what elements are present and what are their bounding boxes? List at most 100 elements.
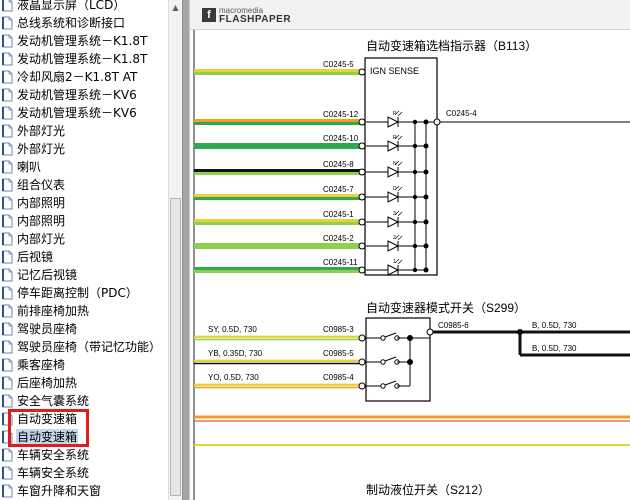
- page-icon: [2, 394, 13, 408]
- led-letter: N: [393, 161, 397, 167]
- b113-connector-label: C0245-10: [323, 134, 359, 143]
- nav-item[interactable]: 组合仪表: [0, 176, 166, 194]
- nav-item-label: 内部照明: [17, 196, 66, 210]
- led-letter: D: [393, 186, 397, 192]
- s299-title: 自动变速器模式开关（S299）: [366, 300, 526, 315]
- page-icon: [2, 16, 13, 30]
- page-icon: [2, 178, 13, 192]
- nav-item[interactable]: 驾驶员座椅（带记忆功能）: [0, 338, 166, 356]
- nav-item[interactable]: 记忆后视镜: [0, 266, 166, 284]
- nav-item[interactable]: 外部灯光: [0, 140, 166, 158]
- page-icon: [2, 286, 13, 300]
- b113-wires: C0245-5 C0245-12 C0245-10 C0245-8 C0245-7 C02…: [194, 60, 366, 274]
- nav-item[interactable]: 发动机管理系统－K1.8T: [0, 50, 166, 68]
- b113-connector-label: C0245-12: [323, 110, 359, 119]
- nav-item-label: 发动机管理系统－KV6: [17, 106, 137, 120]
- b113-pin: [358, 142, 366, 150]
- page-icon: [2, 232, 13, 246]
- page-icon: [2, 322, 13, 336]
- nav-item-label: 喇叭: [17, 160, 42, 174]
- s299-right-wire-label-2: B, 0.5D, 730: [532, 344, 577, 353]
- b113-output-connector: C0245-4: [446, 109, 477, 118]
- b113-pin: [358, 218, 366, 226]
- nav-item[interactable]: 冷却风扇2－K1.8T AT: [0, 68, 166, 86]
- page-icon: [2, 70, 13, 84]
- nav-item[interactable]: 发动机管理系统－KV6: [0, 104, 166, 122]
- nav-item[interactable]: 内部照明: [0, 194, 166, 212]
- nav-item-label: 车辆安全系统: [17, 466, 90, 480]
- nav-item[interactable]: 后座椅加热: [0, 374, 166, 392]
- nav-item[interactable]: 内部灯光: [0, 230, 166, 248]
- annotation-highlight-box: [8, 409, 89, 447]
- nav-item-label: 总线系统和诊断接口: [17, 16, 126, 30]
- b113-pin: [358, 242, 366, 250]
- b113-connector-label: C0245-8: [323, 160, 354, 169]
- nav-item[interactable]: 总线系统和诊断接口: [0, 14, 166, 32]
- nav-item[interactable]: 内部照明: [0, 212, 166, 230]
- page-icon: [2, 160, 13, 174]
- s299-wires: SY, 0.5D, 730 C0985-3 YB, 0.35D, 730 C0985-…: [194, 325, 381, 390]
- b113-pin: [358, 68, 366, 76]
- nav-item[interactable]: 安全气囊系统: [0, 392, 166, 410]
- page-icon: [2, 196, 13, 210]
- nav-item-label: 乘客座椅: [17, 358, 66, 372]
- s299-connector-label: C0985-3: [323, 325, 354, 334]
- nav-item[interactable]: 后视镜: [0, 248, 166, 266]
- nav-item[interactable]: 驾驶员座椅: [0, 320, 166, 338]
- page-icon: [2, 268, 13, 282]
- s299-wire-label: SY, 0.5D, 730: [208, 325, 257, 334]
- page-icon: [2, 214, 13, 228]
- nav-item-label: 发动机管理系统－K1.8T: [17, 52, 148, 66]
- s299-wire-label: YB, 0.35D, 730: [208, 349, 263, 358]
- nav-item[interactable]: 外部灯光: [0, 122, 166, 140]
- wiring-diagram: 自动变速箱选档指示器（B113） IGN SENSE C0245-5C0245-…: [193, 30, 630, 500]
- pane-splitter[interactable]: [182, 0, 190, 500]
- b113-inner-label: IGN SENSE: [370, 66, 419, 76]
- b113-title: 自动变速箱选档指示器（B113）: [366, 38, 537, 53]
- document-view: f macromedia FLASHPAPER 自动变速箱选档指示器（B113）…: [190, 0, 630, 500]
- nav-item-label: 车窗升降和天窗: [17, 484, 102, 498]
- b113-connector-label: C0245-2: [323, 234, 354, 243]
- nav-item[interactable]: 发动机管理系统－K1.8T: [0, 32, 166, 50]
- b113-connector-label: C0245-7: [323, 185, 354, 194]
- nav-item-label: 前排座椅加热: [17, 304, 90, 318]
- page-icon: [2, 52, 13, 66]
- nav-item[interactable]: 乘客座椅: [0, 356, 166, 374]
- nav-item-label: 内部照明: [17, 214, 66, 228]
- nav-item[interactable]: 前排座椅加热: [0, 302, 166, 320]
- s299-output-connector: C0985-6: [438, 321, 469, 330]
- nav-item[interactable]: 车辆安全系统: [0, 446, 166, 464]
- nav-item-label: 发动机管理系统－K1.8T: [17, 34, 148, 48]
- nav-item[interactable]: 车辆安全系统: [0, 464, 166, 482]
- nav-item-label: 发动机管理系统－KV6: [17, 88, 137, 102]
- b113-connector-label: C0245-1: [323, 210, 354, 219]
- led-letter: R: [393, 135, 397, 141]
- page-icon: [2, 484, 13, 498]
- page-icon: [2, 250, 13, 264]
- page-icon: [2, 340, 13, 354]
- nav-item[interactable]: 车窗升降和天窗: [0, 482, 166, 500]
- nav-item-label: 内部灯光: [17, 232, 66, 246]
- b113-pin: [358, 168, 366, 176]
- nav-scrollbar[interactable]: ▲: [168, 0, 182, 500]
- nav-item[interactable]: 喇叭: [0, 158, 166, 176]
- scroll-thumb[interactable]: [170, 198, 181, 496]
- page-icon: [2, 448, 13, 462]
- page-icon: [2, 88, 13, 102]
- nav-item[interactable]: 停车距离控制（PDC）: [0, 284, 166, 302]
- scroll-up-arrow-icon[interactable]: ▲: [169, 0, 182, 14]
- nav-item-label: 外部灯光: [17, 142, 66, 156]
- nav-item-label: 安全气囊系统: [17, 394, 90, 408]
- nav-item-label: 记忆后视镜: [17, 268, 78, 282]
- s299-output-pin: [426, 328, 434, 336]
- nav-item-label: 液晶显示屏（LCD）: [17, 0, 126, 12]
- page-icon: [2, 0, 13, 12]
- b113-pin: [358, 266, 366, 274]
- nav-item[interactable]: 发动机管理系统－KV6: [0, 86, 166, 104]
- s299-connector-label: C0985-4: [323, 373, 354, 382]
- nav-item[interactable]: 液晶显示屏（LCD）: [0, 0, 166, 14]
- nav-item-label: 后视镜: [17, 250, 54, 264]
- nav-item-label: 冷却风扇2－K1.8T AT: [17, 70, 138, 84]
- led-letter: 1: [393, 259, 396, 265]
- page-icon: [2, 106, 13, 120]
